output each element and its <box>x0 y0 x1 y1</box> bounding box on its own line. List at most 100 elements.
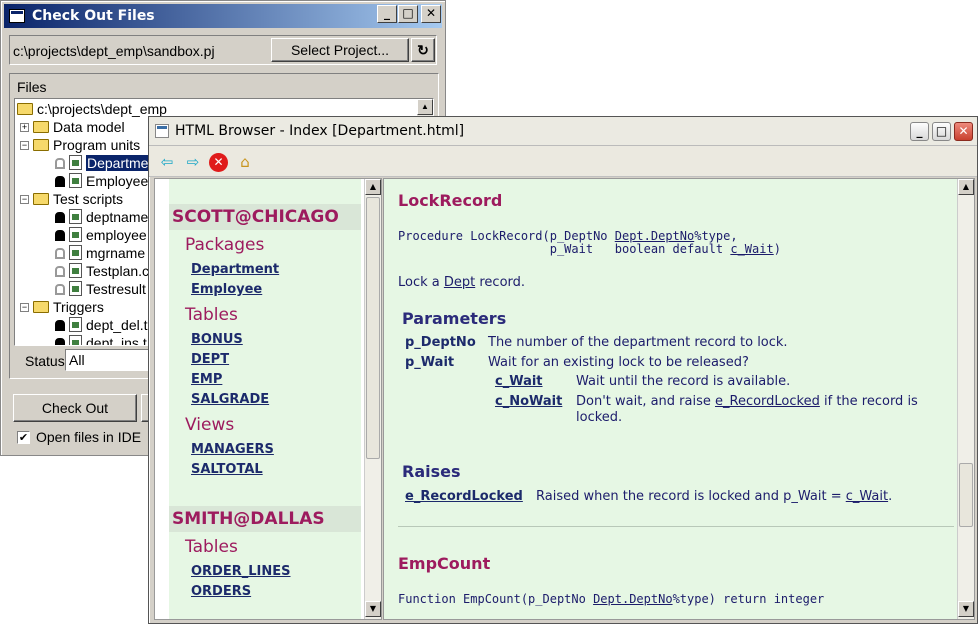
browser-toolbar: ⇦ ⇨ ✕ ⌂ <box>149 146 977 177</box>
html-browser-window: HTML Browser - Index [Department.html] _… <box>148 116 978 624</box>
file-icon <box>69 335 82 345</box>
home-icon[interactable]: ⌂ <box>235 152 255 172</box>
index-scroll-thumb[interactable] <box>366 197 380 459</box>
packages-heading: Packages <box>185 235 265 255</box>
param-p-wait-desc: Wait for an existing lock to be released… <box>488 355 749 370</box>
maximize-button[interactable]: □ <box>932 122 951 141</box>
folder-icon <box>33 121 49 133</box>
content-scrollbar[interactable]: ▲ ▼ <box>957 179 974 619</box>
section-divider <box>398 526 954 527</box>
tree-node-program-units[interactable]: Program units <box>33 136 140 154</box>
tree-node-test-scripts[interactable]: Test scripts <box>33 190 123 208</box>
file-icon <box>69 173 82 188</box>
lockrecord-heading: LockRecord <box>398 191 503 210</box>
param-p-wait: p_Wait <box>405 355 455 370</box>
lock-icon <box>55 230 65 241</box>
raises-heading: Raises <box>402 462 461 481</box>
file-icon <box>69 209 82 224</box>
empcount-heading: EmpCount <box>398 554 491 573</box>
maximize-button[interactable]: □ <box>398 5 418 23</box>
c-nowait-const-link[interactable]: c_NoWait <box>495 394 562 409</box>
tree-node-dept-del[interactable]: dept_del.t <box>55 316 148 334</box>
open-files-label: Open files in IDE <box>36 429 142 445</box>
dept-deptno-link[interactable]: Dept.DeptNo <box>615 229 694 243</box>
close-button[interactable]: ✕ <box>954 122 973 141</box>
lockrecord-description: Lock a Dept record. <box>398 275 526 290</box>
tree-node-data-model[interactable]: Data model <box>33 118 125 136</box>
unlocked-icon <box>55 266 65 277</box>
link-orders[interactable]: ORDERS <box>191 584 251 599</box>
tree-node-testresult[interactable]: Testresult <box>55 280 146 298</box>
minimize-button[interactable]: _ <box>910 122 929 141</box>
link-managers[interactable]: MANAGERS <box>191 442 274 457</box>
files-label: Files <box>17 79 47 95</box>
tree-node-department[interactable]: Departme <box>55 154 150 172</box>
link-employee[interactable]: Employee <box>191 282 262 297</box>
tree-node-triggers[interactable]: Triggers <box>33 298 104 316</box>
collapse-icon[interactable]: − <box>20 303 29 312</box>
lockrecord-signature-line2: p_Wait boolean default c_Wait) <box>398 242 781 256</box>
unlocked-icon <box>55 248 65 259</box>
collapse-icon[interactable]: − <box>20 195 29 204</box>
forward-icon[interactable]: ⇨ <box>183 152 203 172</box>
link-bonus[interactable]: BONUS <box>191 332 243 347</box>
unlocked-icon <box>55 284 65 295</box>
lock-icon <box>55 320 65 331</box>
project-path: c:\projects\dept_emp\sandbox.pj <box>13 43 215 59</box>
status-select[interactable]: All <box>65 349 155 371</box>
tree-node-dept-ins[interactable]: dept_ins.t <box>55 334 147 345</box>
c-wait-const-link[interactable]: c_Wait <box>495 374 543 389</box>
e-recordlocked-exception-link[interactable]: e_RecordLocked <box>405 489 523 504</box>
link-dept[interactable]: DEPT <box>191 352 229 367</box>
param-p-deptno-desc: The number of the department record to l… <box>488 335 788 350</box>
refresh-icon[interactable]: ↻ <box>411 38 435 62</box>
select-project-button[interactable]: Select Project... <box>271 38 409 62</box>
document-icon <box>69 281 82 296</box>
tree-node-deptname[interactable]: deptname <box>55 208 148 226</box>
expand-icon[interactable]: + <box>20 123 29 132</box>
c-wait-raise-link[interactable]: c_Wait <box>846 489 888 504</box>
tree-node-employee-script[interactable]: employee <box>55 226 147 244</box>
e-recordlocked-link[interactable]: e_RecordLocked <box>715 394 820 409</box>
close-button[interactable]: ✕ <box>421 5 441 23</box>
c-nowait-desc-line2: locked. <box>576 410 623 425</box>
empcount-signature: Function EmpCount(p_DeptNo Dept.DeptNo%t… <box>398 592 825 606</box>
lock-icon <box>55 338 65 345</box>
open-files-checkbox[interactable]: ✔ <box>17 431 30 444</box>
dept-deptno-link-2[interactable]: Dept.DeptNo <box>593 592 672 606</box>
collapse-icon[interactable]: − <box>20 141 29 150</box>
lock-icon <box>55 176 65 187</box>
db-heading-scott: SCOTT@CHICAGO <box>169 204 361 230</box>
tree-node-employee[interactable]: Employee <box>55 172 148 190</box>
browser-titlebar[interactable]: HTML Browser - Index [Department.html] _… <box>149 117 977 146</box>
index-scrollbar[interactable]: ▲ ▼ <box>364 179 381 619</box>
scroll-down-icon[interactable]: ▼ <box>958 601 974 617</box>
scroll-up-icon[interactable]: ▲ <box>958 179 974 195</box>
minimize-button[interactable]: _ <box>377 5 397 23</box>
unlocked-icon <box>55 158 65 169</box>
link-saltotal[interactable]: SALTOTAL <box>191 462 263 477</box>
link-department[interactable]: Department <box>191 262 279 277</box>
scroll-up-icon[interactable]: ▲ <box>417 99 433 115</box>
back-icon[interactable]: ⇦ <box>157 152 177 172</box>
file-icon <box>69 155 82 170</box>
window-app-icon <box>155 124 169 138</box>
c-wait-link[interactable]: c_Wait <box>730 242 773 256</box>
tree-node-testplan[interactable]: Testplan.c <box>55 262 149 280</box>
scroll-down-icon[interactable]: ▼ <box>365 601 381 617</box>
checkout-title: Check Out Files <box>32 8 155 24</box>
check-out-button[interactable]: Check Out <box>13 394 137 422</box>
folder-open-icon <box>17 103 33 115</box>
link-salgrade[interactable]: SALGRADE <box>191 392 269 407</box>
dept-link[interactable]: Dept <box>444 275 475 290</box>
link-emp[interactable]: EMP <box>191 372 222 387</box>
content-scroll-thumb[interactable] <box>959 463 973 527</box>
link-order-lines[interactable]: ORDER_LINES <box>191 564 291 579</box>
scroll-up-icon[interactable]: ▲ <box>365 179 381 195</box>
stop-icon[interactable]: ✕ <box>209 153 228 172</box>
tree-node-mgrname[interactable]: mgrname <box>55 244 145 262</box>
browser-title: HTML Browser - Index [Department.html] <box>175 123 465 139</box>
window-app-icon <box>9 9 25 23</box>
tree-node-root[interactable]: c:\projects\dept_emp <box>17 100 167 118</box>
folder-open-icon <box>33 193 49 205</box>
